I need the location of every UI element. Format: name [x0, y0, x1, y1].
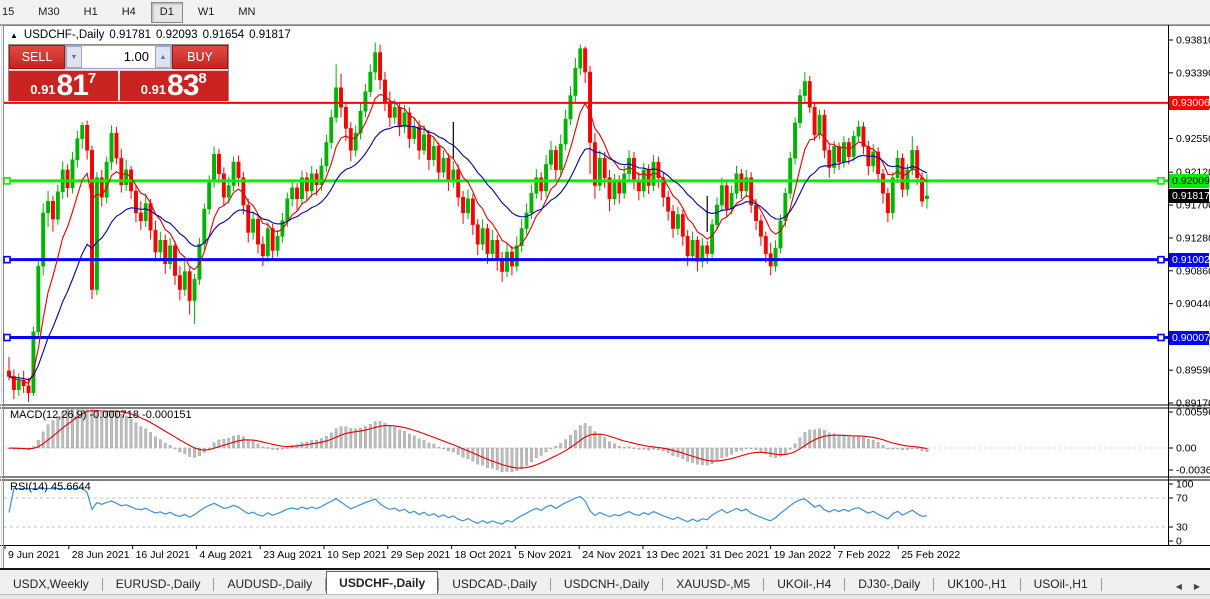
svg-text:0: 0 [1176, 536, 1182, 548]
date-axis: 9 Jun 2021 28 Jun 2021 16 Jul 2021 4 Aug 20… [5, 546, 960, 561]
buy-price-big: 83 [167, 72, 198, 100]
rsi-pane [4, 488, 1168, 527]
svg-text:18 Oct 2021: 18 Oct 2021 [455, 549, 512, 561]
tab-scroll-right-icon[interactable]: ▶ [1194, 582, 1200, 591]
svg-text:0.93810: 0.93810 [1176, 35, 1210, 47]
svg-text:13 Dec 2021: 13 Dec 2021 [646, 549, 706, 561]
svg-text:0.90860: 0.90860 [1176, 265, 1210, 277]
svg-text:5 Nov 2021: 5 Nov 2021 [518, 549, 572, 561]
svg-text:29 Sep 2021: 29 Sep 2021 [391, 549, 451, 561]
chart-tab-uk100-h1[interactable]: UK100-,H1 [934, 573, 1019, 596]
hline-handle[interactable] [4, 335, 10, 341]
timeframe-button-h1[interactable]: H1 [75, 2, 107, 23]
collapse-chart-icon[interactable]: ▲ [10, 31, 18, 40]
timeframe-toolbar: 15 M30 H1 H4 D1 W1MN [0, 0, 1210, 25]
svg-text:0.00: 0.00 [1176, 443, 1197, 455]
timeframe-button-15[interactable]: 15 [0, 2, 23, 23]
svg-text:7 Feb 2022: 7 Feb 2022 [837, 549, 890, 561]
buy-price-pip: 8 [198, 73, 206, 85]
svg-text:100: 100 [1176, 479, 1194, 491]
hline-price-tag: 0.93006 [1169, 96, 1209, 110]
ohlc-high: 0.92093 [156, 29, 198, 41]
rsi-label: RSI(14) 45.6644 [10, 481, 91, 493]
hline-handle[interactable] [4, 257, 10, 263]
rsi-value: 45.6644 [51, 481, 91, 493]
chart-tab-xauusd-m5[interactable]: XAUUSD-,M5 [663, 573, 763, 596]
chart-title: ▲ USDCHF-,Daily 0.91781 0.92093 0.91654 … [10, 29, 296, 41]
sell-button[interactable]: SELL [9, 45, 65, 69]
horizontal-lines-layer [4, 103, 1168, 341]
svg-text:-0.003664: -0.003664 [1176, 465, 1210, 477]
tab-separator [1101, 578, 1102, 591]
ma-line-8 [9, 94, 927, 383]
svg-text:10 Sep 2021: 10 Sep 2021 [327, 549, 387, 561]
svg-text:23 Aug 2021: 23 Aug 2021 [263, 549, 322, 561]
chart-tab-eurusd-daily[interactable]: EURUSD-,Daily [103, 573, 214, 596]
chart-tab-usoil-h1[interactable]: USOil-,H1 [1021, 573, 1101, 596]
buy-price-display[interactable]: 0.91 83 8 [120, 70, 229, 101]
svg-text:0.89590: 0.89590 [1176, 365, 1210, 377]
volume-increase-button[interactable]: ▲ [155, 46, 171, 68]
chart-symbol-label: USDCHF-,Daily [24, 29, 105, 41]
hline-handle[interactable] [1158, 335, 1164, 341]
current-price-tag: 0.91817 [1169, 189, 1209, 203]
svg-text:24 Nov 2021: 24 Nov 2021 [582, 549, 642, 561]
macd-values: -0.000718 -0.000151 [89, 409, 191, 421]
chart-tab-dj30-daily[interactable]: DJ30-,Daily [845, 573, 933, 596]
sell-price-pip: 7 [88, 73, 96, 85]
sell-price-big: 81 [57, 72, 88, 100]
timeframe-button-d1[interactable]: D1 [151, 2, 183, 23]
chart-tab-ukoil-h4[interactable]: UKOil-,H4 [764, 573, 844, 596]
chart-tab-bar: USDX,WeeklyEURUSD-,DailyAUDUSD-,DailyUSD… [0, 568, 1210, 596]
timeframe-button-mn[interactable]: MN [229, 2, 264, 23]
hline-price-tag: 0.90007 [1169, 331, 1209, 345]
chart-frame [0, 25, 1210, 568]
hline-handle[interactable] [4, 178, 10, 184]
chart-tab-usdchf-daily[interactable]: USDCHF-,Daily [326, 571, 438, 596]
volume-spinner: ▼ 1.00 ▲ [65, 45, 172, 69]
timeframe-button-m30[interactable]: M30 [29, 2, 68, 23]
svg-text:0.93390: 0.93390 [1176, 67, 1210, 79]
timeframe-button-w1[interactable]: W1 [189, 2, 224, 23]
svg-text:0.005963: 0.005963 [1176, 407, 1210, 419]
hline-price-tag: 0.91002 [1169, 253, 1209, 267]
chart-tab-usdcad-daily[interactable]: USDCAD-,Daily [439, 573, 550, 596]
trading-platform: 15M30H1H4D1W1MN 0.938100.933900.929700.9… [0, 0, 1210, 598]
ohlc-close: 0.91817 [249, 29, 291, 41]
hline-handle[interactable] [1158, 178, 1164, 184]
hline-price-tag: 0.92009 [1169, 174, 1209, 188]
buy-price-prefix: 0.91 [141, 80, 166, 100]
sell-price-display[interactable]: 0.91 81 7 [9, 70, 118, 101]
price-axis: 0.938100.933900.929700.925500.921200.917… [1168, 35, 1210, 548]
buy-button[interactable]: BUY [172, 45, 228, 69]
svg-text:4 Aug 2021: 4 Aug 2021 [199, 549, 252, 561]
volume-input[interactable]: 1.00 [82, 46, 155, 68]
svg-text:0.92550: 0.92550 [1176, 133, 1210, 145]
svg-text:70: 70 [1176, 493, 1188, 505]
window-bottom-edge [0, 594, 1210, 599]
svg-text:16 Jul 2021: 16 Jul 2021 [136, 549, 190, 561]
chart-tab-audusd-daily[interactable]: AUDUSD-,Daily [214, 573, 325, 596]
chart-tab-usdcnh-daily[interactable]: USDCNH-,Daily [551, 573, 662, 596]
svg-text:19 Jan 2022: 19 Jan 2022 [774, 549, 832, 561]
one-click-trading-panel: SELL ▼ 1.00 ▲ BUY 0.91 81 7 0.91 83 8 [8, 44, 229, 101]
ohlc-low: 0.91654 [203, 29, 245, 41]
tab-scroll-left-icon[interactable]: ◀ [1176, 582, 1182, 591]
ohlc-open: 0.91781 [109, 29, 151, 41]
svg-text:30: 30 [1176, 522, 1188, 534]
hline-handle[interactable] [1158, 257, 1164, 263]
svg-text:9 Jun 2021: 9 Jun 2021 [8, 549, 60, 561]
svg-text:0.90440: 0.90440 [1176, 298, 1210, 310]
svg-text:25 Feb 2022: 25 Feb 2022 [901, 549, 960, 561]
svg-text:28 Jun 2021: 28 Jun 2021 [72, 549, 130, 561]
svg-text:31 Dec 2021: 31 Dec 2021 [710, 549, 770, 561]
sell-price-prefix: 0.91 [30, 80, 55, 100]
volume-decrease-button[interactable]: ▼ [66, 46, 82, 68]
chart-tab-usdx-weekly[interactable]: USDX,Weekly [0, 573, 102, 596]
macd-label: MACD(12,26,9) -0.000718 -0.000151 [10, 409, 192, 421]
timeframe-button-h4[interactable]: H4 [113, 2, 145, 23]
svg-text:0.91280: 0.91280 [1176, 232, 1210, 244]
